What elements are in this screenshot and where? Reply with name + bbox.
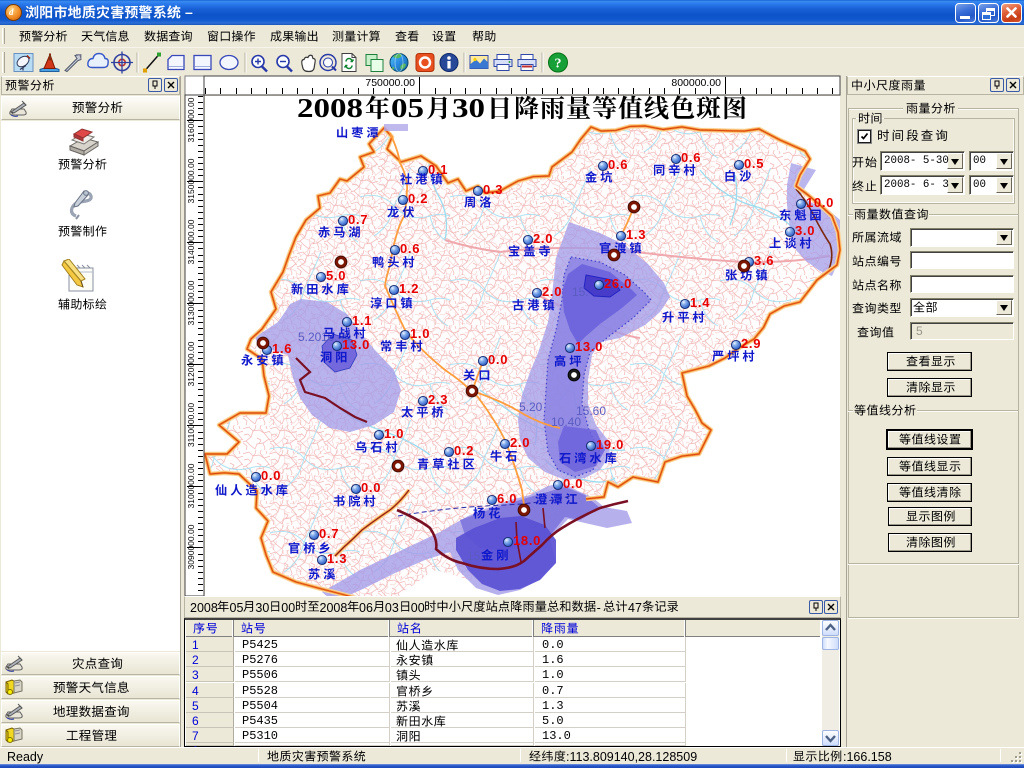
svg-text:5.20: 5.20 [298, 330, 322, 344]
svg-text:1.3: 1.3 [626, 227, 646, 242]
svg-text:0.0: 0.0 [563, 476, 583, 491]
svg-text:18.0: 18.0 [513, 533, 541, 548]
svg-text:1.2: 1.2 [399, 281, 419, 296]
svg-text:5.20: 5.20 [519, 400, 543, 414]
svg-text:26.0: 26.0 [604, 276, 632, 291]
svg-text:10.40: 10.40 [551, 415, 581, 429]
svg-text:750000.00: 750000.00 [365, 77, 415, 89]
svg-text:2.3: 2.3 [428, 392, 448, 407]
svg-text:1.4: 1.4 [690, 295, 710, 310]
svg-text:0.0: 0.0 [261, 468, 281, 483]
svg-text:3100000.00: 3100000.00 [186, 463, 196, 508]
svg-text:1.6: 1.6 [272, 341, 292, 356]
svg-text:30: 30 [452, 93, 485, 123]
svg-text:0.0: 0.0 [488, 352, 508, 367]
svg-text:0.2: 0.2 [454, 443, 474, 458]
svg-text:0.3: 0.3 [483, 182, 503, 197]
svg-text:13.0: 13.0 [575, 339, 603, 354]
svg-text:05: 05 [391, 93, 424, 123]
svg-text:19.0: 19.0 [596, 437, 624, 452]
svg-text:2.0: 2.0 [510, 435, 530, 450]
svg-text:0.6: 0.6 [400, 241, 420, 256]
svg-text:0.0: 0.0 [361, 480, 381, 495]
svg-text:3.6: 3.6 [754, 253, 774, 268]
svg-text:2008: 2008 [297, 93, 363, 123]
svg-text:1.0: 1.0 [410, 326, 430, 341]
svg-text:3120000.00: 3120000.00 [186, 341, 196, 386]
svg-text:2.9: 2.9 [741, 336, 761, 351]
svg-text:5.0: 5.0 [326, 268, 346, 283]
svg-text:0.6: 0.6 [681, 150, 701, 165]
svg-text:2.0: 2.0 [542, 284, 562, 299]
svg-text:13.0: 13.0 [342, 337, 370, 352]
svg-text:3.0: 3.0 [795, 223, 815, 238]
svg-text:0.5: 0.5 [744, 156, 764, 171]
svg-text:3150000.00: 3150000.00 [186, 158, 196, 203]
svg-text:3130000.00: 3130000.00 [186, 280, 196, 325]
svg-text:800000.00: 800000.00 [671, 77, 721, 89]
svg-text:3110000.00: 3110000.00 [186, 403, 196, 448]
svg-text:0.6: 0.6 [608, 157, 628, 172]
svg-text:6.0: 6.0 [497, 491, 517, 506]
svg-text:1.1: 1.1 [352, 313, 372, 328]
svg-text:0.2: 0.2 [408, 191, 428, 206]
svg-text:?: ? [555, 57, 562, 72]
svg-text:3140000.00: 3140000.00 [186, 219, 196, 264]
svg-text:3090000.00: 3090000.00 [186, 524, 196, 569]
svg-text:0.7: 0.7 [348, 212, 368, 227]
svg-text:3160000.00: 3160000.00 [186, 97, 196, 142]
svg-text:2.0: 2.0 [533, 231, 553, 246]
svg-text:0.7: 0.7 [319, 526, 339, 541]
svg-text:15.: 15. [572, 285, 589, 299]
svg-text:10.0: 10.0 [806, 195, 834, 210]
svg-text:1.3: 1.3 [327, 551, 347, 566]
svg-text:1.0: 1.0 [384, 426, 404, 441]
